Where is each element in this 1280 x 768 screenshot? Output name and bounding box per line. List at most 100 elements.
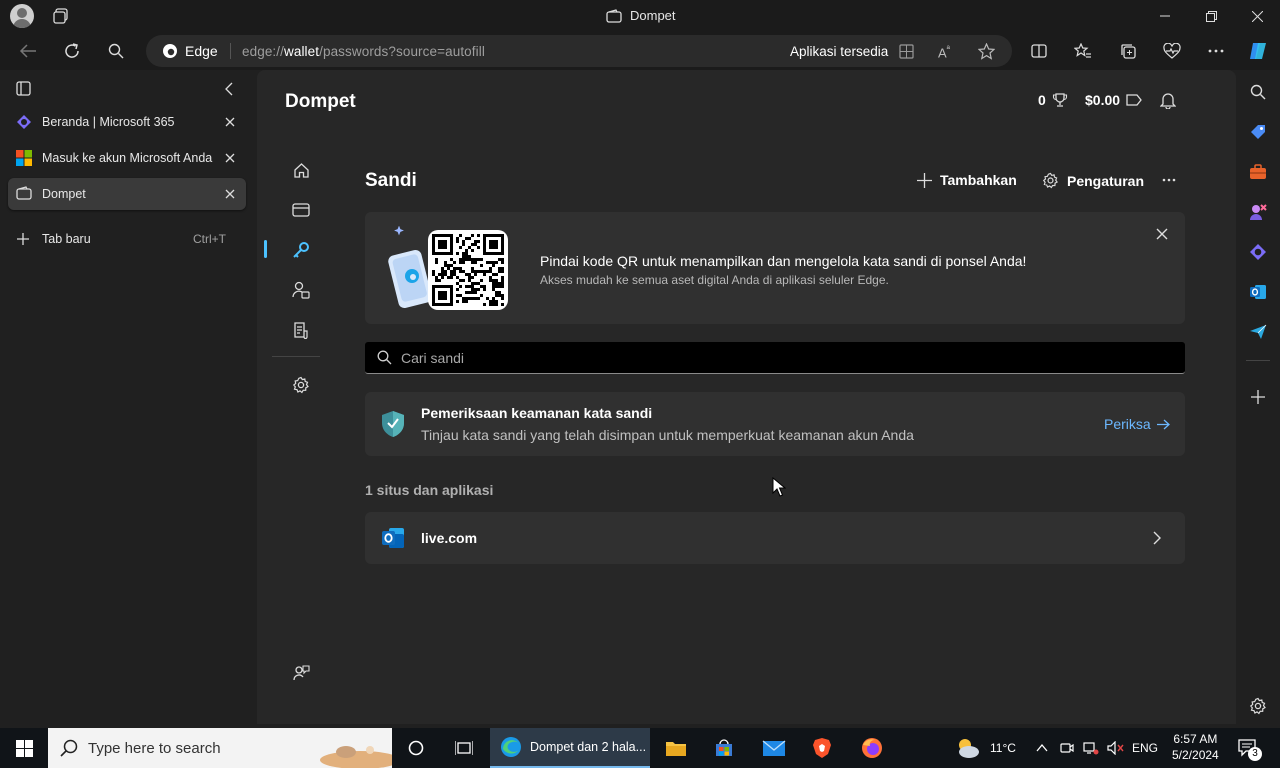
nav-personal-info-icon[interactable] [287, 276, 315, 304]
nav-passwords-key-icon[interactable] [287, 236, 315, 264]
search-input[interactable] [401, 348, 1161, 368]
tab-wallet[interactable]: Dompet [8, 178, 246, 210]
qr-module [465, 297, 468, 300]
sidebar-shopping-tag-icon[interactable] [1246, 120, 1270, 144]
sidebar-settings-gear-icon[interactable] [1246, 694, 1270, 718]
sidebar-add-icon[interactable] [1246, 385, 1270, 409]
nav-home-icon[interactable] [287, 156, 315, 184]
volume-muted-icon[interactable] [1107, 728, 1125, 768]
password-search-box[interactable] [365, 342, 1185, 374]
workspaces-icon[interactable] [52, 7, 70, 25]
qr-module [492, 300, 495, 303]
tray-chevron-up-icon[interactable] [1036, 728, 1048, 768]
network-icon[interactable] [1083, 728, 1099, 768]
task-view-icon[interactable] [446, 728, 482, 768]
profile-avatar[interactable] [10, 4, 34, 28]
qr-module [450, 264, 453, 267]
url-text[interactable]: edge://wallet/passwords?source=autofill [242, 44, 485, 59]
close-tab-icon[interactable] [222, 150, 238, 166]
qr-finder-pattern [438, 240, 447, 249]
check-passwords-link[interactable]: Periksa [1104, 416, 1170, 432]
tab-microsoft-signin[interactable]: Masuk ke akun Microsoft Anda [8, 142, 246, 174]
qr-module [450, 270, 453, 273]
taskbar-edge-button[interactable]: Dompet dan 2 hala... [490, 728, 650, 768]
sidebar-microsoft-365-icon[interactable] [1246, 240, 1270, 264]
favorite-star-icon[interactable] [978, 43, 995, 60]
start-button[interactable] [0, 728, 48, 768]
install-app-icon[interactable] [899, 44, 914, 59]
nav-payment-card-icon[interactable] [287, 196, 315, 224]
restore-button[interactable] [1188, 0, 1234, 32]
qr-module [471, 291, 474, 294]
available-apps-button[interactable]: Aplikasi tersedia [790, 44, 888, 59]
brave-browser-icon[interactable] [806, 728, 838, 768]
weather-temperature[interactable]: 11°C [990, 728, 1016, 768]
qr-module [486, 261, 489, 264]
qr-module [462, 270, 465, 273]
passwords-heading: Sandi [365, 170, 417, 191]
close-tab-icon[interactable] [222, 114, 238, 130]
qr-module [474, 291, 477, 294]
nav-feedback-icon[interactable] [287, 659, 315, 687]
qr-module [450, 276, 453, 279]
nav-receipts-icon[interactable] [287, 316, 315, 344]
split-screen-icon[interactable] [1026, 39, 1052, 63]
qr-module [468, 297, 471, 300]
meet-now-icon[interactable] [1060, 728, 1074, 768]
performance-icon[interactable] [1159, 39, 1185, 63]
file-explorer-icon[interactable] [660, 728, 692, 768]
microsoft-store-icon[interactable] [708, 728, 740, 768]
read-aloud-icon[interactable]: Aª [938, 44, 950, 60]
weather-cloud-icon[interactable] [954, 736, 982, 760]
qr-module [459, 258, 462, 261]
sidebar-search-icon[interactable] [1246, 80, 1270, 104]
more-menu-icon[interactable] [1203, 39, 1229, 63]
qr-module [501, 279, 504, 282]
more-options-icon[interactable] [1162, 178, 1176, 182]
collections-icon[interactable] [1115, 39, 1141, 63]
clock[interactable]: 6:57 AM 5/2/2024 [1172, 731, 1219, 763]
cash-balance[interactable]: $0.00 [1085, 92, 1142, 108]
cortana-circle-icon[interactable] [398, 728, 434, 768]
tab-actions-icon[interactable] [16, 81, 31, 96]
close-window-button[interactable] [1234, 0, 1280, 32]
nav-settings-gear-icon[interactable] [287, 371, 315, 399]
password-settings-button[interactable]: Pengaturan [1042, 172, 1144, 189]
qr-module [474, 261, 477, 264]
qr-module [489, 276, 492, 279]
notification-bell-icon[interactable] [1160, 91, 1176, 109]
sidebar-drop-icon[interactable] [1246, 320, 1270, 344]
rewards-points[interactable]: 0 [1038, 92, 1068, 108]
minimize-button[interactable] [1142, 0, 1188, 32]
address-bar[interactable]: Edge edge://wallet/passwords?source=auto… [146, 35, 1012, 67]
qr-module [471, 288, 474, 291]
back-button[interactable] [15, 39, 41, 63]
refresh-button[interactable] [59, 39, 85, 63]
firefox-icon[interactable] [856, 728, 888, 768]
close-tab-icon[interactable] [222, 186, 238, 202]
add-password-button[interactable]: Tambahkan [917, 172, 1017, 188]
wallet-icon [16, 186, 32, 202]
sidebar-tools-icon[interactable] [1246, 160, 1270, 184]
url-host: wallet [283, 44, 320, 59]
vertical-tabs-panel: Beranda | Microsoft 365 Masuk ke akun Mi… [0, 70, 256, 728]
search-icon[interactable] [103, 39, 129, 63]
new-tab-button[interactable]: Tab baru Ctrl+T [8, 225, 246, 253]
notification-center-icon[interactable]: 3 [1238, 738, 1262, 761]
favorites-icon[interactable] [1070, 39, 1096, 63]
qr-module [435, 258, 438, 261]
dismiss-close-icon[interactable] [1156, 228, 1168, 240]
sidebar-games-icon[interactable] [1246, 200, 1270, 224]
qr-module [459, 234, 462, 237]
qr-module [495, 303, 498, 306]
mail-icon[interactable] [758, 728, 790, 768]
password-security-check-card[interactable]: Pemeriksaan keamanan kata sandi Tinjau k… [365, 392, 1185, 456]
tab-microsoft-365[interactable]: Beranda | Microsoft 365 [8, 106, 246, 138]
qr-module [453, 267, 456, 270]
site-row-live-com[interactable]: live.com [365, 512, 1185, 564]
collapse-tabs-icon[interactable] [224, 82, 234, 96]
copilot-icon[interactable] [1245, 39, 1271, 63]
input-language[interactable]: ENG [1132, 728, 1158, 768]
sidebar-outlook-icon[interactable] [1246, 280, 1270, 304]
taskbar-search-box[interactable]: Type here to search [48, 728, 392, 768]
